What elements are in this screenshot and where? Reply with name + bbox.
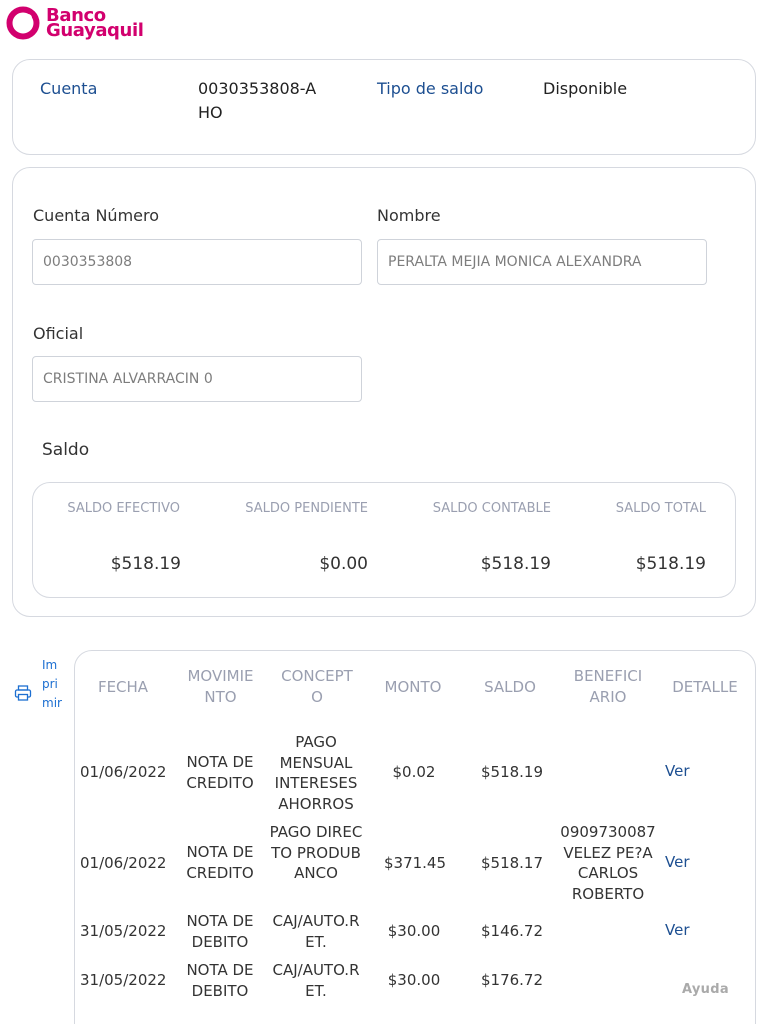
row1-saldo: $518.19 bbox=[480, 763, 544, 781]
oficial-field[interactable]: CRISTINA ALVARRACIN 0 bbox=[32, 356, 362, 402]
saldo-total-header: SALDO TOTAL bbox=[615, 501, 706, 516]
nombre-label: Nombre bbox=[377, 206, 441, 225]
row1-monto: $0.02 bbox=[392, 763, 436, 781]
row4-movimiento: NOTA DE DEBITO bbox=[186, 961, 254, 1000]
header-detalle: DETALLE bbox=[672, 678, 738, 696]
header-movimiento: MOVIMIENTO bbox=[187, 667, 254, 706]
row4-saldo: $176.72 bbox=[480, 971, 544, 989]
row2-fecha: 01/06/2022 bbox=[80, 854, 167, 872]
row3-monto: $30.00 bbox=[387, 922, 441, 940]
row2-beneficiario: 0909730087 VELEZ PE?A CARLOS ROBERTO bbox=[560, 823, 656, 903]
help-button[interactable]: Ayuda bbox=[682, 982, 729, 997]
cuenta-numero-field[interactable]: 0030353808 bbox=[32, 239, 362, 285]
cuenta-value: 0030353808-AHO bbox=[198, 79, 317, 122]
row2-concepto: PAGO DIRECTO PRODUBANCO bbox=[269, 823, 363, 882]
saldo-panel bbox=[32, 482, 736, 598]
saldo-contable-value: $518.19 bbox=[480, 554, 551, 574]
row3-concepto: CAJ/AUTO.RET. bbox=[272, 912, 360, 951]
row3-saldo: $146.72 bbox=[480, 922, 544, 940]
print-button[interactable]: Imprimir bbox=[14, 656, 62, 713]
saldo-efectivo-value: $518.19 bbox=[110, 554, 181, 574]
row4-monto: $30.00 bbox=[387, 971, 441, 989]
row4-fecha: 31/05/2022 bbox=[80, 971, 167, 989]
row1-ver-link[interactable]: Ver bbox=[665, 762, 690, 780]
print-label: Imprimir bbox=[42, 658, 62, 710]
saldo-pendiente-header: SALDO PENDIENTE bbox=[245, 501, 368, 516]
cuenta-label: Cuenta bbox=[40, 79, 98, 98]
header-fecha: FECHA bbox=[97, 678, 149, 696]
tipo-saldo-label: Tipo de saldo bbox=[377, 79, 484, 98]
header-monto: MONTO bbox=[384, 678, 442, 696]
account-summary-card bbox=[12, 59, 756, 155]
row2-monto: $371.45 bbox=[383, 854, 447, 872]
oficial-label: Oficial bbox=[33, 324, 84, 343]
header-concepto: CONCEPTO bbox=[281, 667, 353, 706]
row2-saldo: $518.17 bbox=[480, 854, 544, 872]
printer-icon bbox=[14, 685, 32, 701]
saldo-pendiente-value: $0.00 bbox=[319, 554, 368, 574]
row3-ver-link[interactable]: Ver bbox=[665, 921, 690, 939]
bank-logo[interactable]: Banco Guayaquil bbox=[6, 6, 144, 40]
header-beneficiario: BENEFICIARIO bbox=[573, 667, 643, 706]
logo-line-2: Guayaquil bbox=[46, 20, 144, 41]
row3-fecha: 31/05/2022 bbox=[80, 922, 167, 940]
header-saldo: SALDO bbox=[484, 678, 536, 696]
saldo-total-value: $518.19 bbox=[635, 554, 706, 574]
row3-movimiento: NOTA DE DEBITO bbox=[186, 912, 254, 951]
row1-movimiento: NOTA DE CREDITO bbox=[186, 753, 254, 792]
cuenta-numero-label: Cuenta Número bbox=[33, 206, 160, 225]
tipo-saldo-value: Disponible bbox=[543, 79, 628, 98]
logo-wordmark: Banco Guayaquil bbox=[46, 7, 144, 41]
row1-fecha: 01/06/2022 bbox=[80, 763, 167, 781]
row2-ver-link[interactable]: Ver bbox=[665, 853, 690, 871]
nombre-field[interactable]: PERALTA MEJIA MONICA ALEXANDRA bbox=[377, 239, 707, 285]
row1-concepto: PAGO MENSUAL INTERESES AHORROS bbox=[274, 733, 358, 813]
row2-movimiento: NOTA DE CREDITO bbox=[186, 843, 254, 882]
row4-concepto: CAJ/AUTO.RET. bbox=[272, 961, 360, 1000]
logo-icon bbox=[6, 6, 40, 40]
saldo-efectivo-header: SALDO EFECTIVO bbox=[67, 501, 180, 516]
saldo-title: Saldo bbox=[42, 440, 90, 460]
saldo-contable-header: SALDO CONTABLE bbox=[432, 501, 551, 516]
